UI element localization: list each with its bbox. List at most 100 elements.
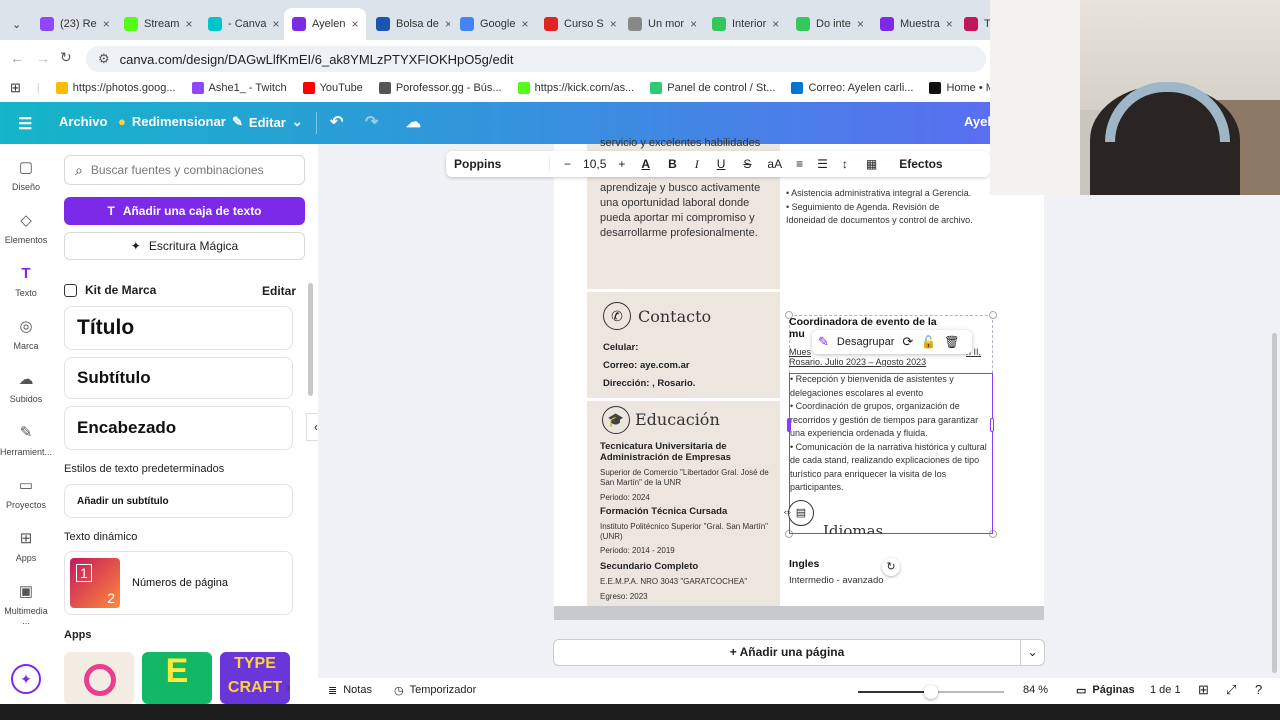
apps-grid-icon[interactable]: ⊞ [10, 80, 21, 96]
lock-icon[interactable]: 🔓 [921, 335, 936, 349]
edu2-period[interactable]: Periodo: 2014 - 2019 [600, 546, 675, 555]
rail-item[interactable]: ▭ Proyectos [0, 476, 52, 510]
rotate-handle-icon[interactable]: ↻ [882, 558, 900, 576]
job-title[interactable]: Coordinadora de evento de la [789, 316, 937, 328]
language-level[interactable]: Intermedio - avanzado [789, 575, 884, 586]
close-icon[interactable]: × [857, 17, 864, 31]
edu1-institution[interactable]: Superior de Comercio "Libertador Gral. J… [600, 468, 772, 488]
side-resize-handle[interactable] [787, 418, 791, 432]
close-icon[interactable]: × [610, 17, 617, 31]
url-field[interactable]: ⚙ canva.com/design/DAGwLlfKmEI/6_ak8YMLz… [86, 46, 986, 72]
side-resize-handle[interactable] [990, 418, 994, 432]
profile-text[interactable]: servicio y excelentes habilidades [600, 136, 775, 151]
close-icon[interactable]: × [103, 17, 110, 31]
apps-scroll-right-icon[interactable]: › [286, 680, 290, 694]
redo-icon[interactable]: ↷ [365, 112, 378, 132]
font-size-input[interactable]: 10,5 [583, 157, 606, 171]
list-icon[interactable]: ☰ [817, 157, 828, 171]
edu3-institution[interactable]: E.E.M.P.A. NRO 3043 "GARATCOCHEA" [600, 577, 747, 586]
heading-style-card[interactable]: Encabezado [64, 406, 293, 450]
undo-icon[interactable]: ↶ [330, 112, 343, 132]
edu3-title[interactable]: Secundario Completo [600, 561, 698, 572]
help-icon[interactable]: ? [1255, 682, 1262, 697]
edu1-period[interactable]: Periodo: 2024 [600, 493, 650, 502]
underline-icon[interactable]: U [717, 157, 726, 171]
bookmark-item[interactable]: Ashe1_ - Twitch [191, 82, 287, 94]
subtitle-style-card[interactable]: Subtítulo [64, 357, 293, 399]
rail-item[interactable]: T Texto [0, 264, 52, 298]
brand-kit-edit-link[interactable]: Editar [262, 284, 296, 298]
rail-item[interactable]: ◇ Elementos [0, 211, 52, 245]
zoom-level[interactable]: 84 % [1023, 684, 1048, 696]
bookmark-item[interactable]: Panel de control / St... [650, 82, 775, 94]
close-icon[interactable]: × [351, 17, 358, 31]
grid-view-icon[interactable]: ⊞ [1198, 682, 1209, 698]
timer-button[interactable]: ◷ Temporizador [394, 684, 476, 697]
tab-list-button[interactable]: ⌄ [4, 8, 28, 40]
browser-tab[interactable]: Ayelen × [284, 8, 366, 40]
chevron-down-icon[interactable]: ⌄ [1020, 640, 1044, 665]
fullscreen-icon[interactable]: ⤢ [1226, 682, 1236, 698]
site-settings-icon[interactable]: ⚙ [98, 51, 110, 67]
cloud-save-icon[interactable]: ☁ [406, 113, 421, 131]
rail-item[interactable]: ✎ Herramient... [0, 423, 52, 457]
archivo-menu[interactable]: Archivo [59, 114, 107, 129]
browser-tab[interactable]: Interior × [704, 8, 786, 40]
spacing-icon[interactable]: ↕ [842, 157, 848, 171]
font-size-decrease-button[interactable]: − [564, 157, 571, 171]
text-color-icon[interactable]: A [641, 157, 650, 171]
edu3-period[interactable]: Egreso: 2023 [600, 592, 648, 601]
panel-scrollbar[interactable] [308, 283, 313, 396]
font-family-select[interactable]: Poppins [454, 157, 550, 171]
contact-heading[interactable]: Contacto [638, 307, 711, 326]
font-search-input[interactable]: ⌕ Buscar fuentes y combinaciones [64, 155, 305, 185]
reload-icon[interactable]: ↻ [60, 49, 72, 66]
rail-item[interactable]: ⊞ Apps [0, 529, 52, 563]
notes-button[interactable]: ≣ Notas [328, 684, 372, 697]
browser-tab[interactable]: Do inte × [788, 8, 870, 40]
job-dates[interactable]: Rosario. Julio 2023 – Agosto 2023 [789, 357, 926, 367]
close-icon[interactable]: × [772, 17, 779, 31]
close-icon[interactable]: × [946, 17, 953, 31]
pages-button[interactable]: ▭ Páginas [1076, 684, 1135, 697]
forward-arrow-icon[interactable]: → [36, 50, 50, 66]
rail-item[interactable]: ▣ Multimedia ... [0, 582, 52, 626]
zoom-slider[interactable] [858, 685, 1004, 699]
edit-mode-button[interactable]: ✎ Editar ⌄ [232, 114, 303, 130]
add-page-button[interactable]: + Añadir una página [554, 640, 1020, 665]
profile-text-body[interactable]: aprendizaje y busco activamente una opor… [600, 181, 775, 241]
edu2-institution[interactable]: Instituto Politécnico Superior "Gral. Sa… [600, 522, 772, 542]
resize-button[interactable]: ● Redimensionar [118, 114, 226, 129]
font-size-increase-button[interactable]: + [618, 157, 625, 171]
browser-tab[interactable]: Muestra × [872, 8, 954, 40]
effects-button[interactable]: Efectos [899, 157, 942, 171]
add-subtitle-card[interactable]: Añadir un subtítulo [64, 484, 293, 518]
letter-case-icon[interactable]: aA [767, 157, 782, 171]
rail-item[interactable]: ◎ Marca [0, 317, 52, 351]
zoom-slider-thumb[interactable] [924, 685, 938, 699]
menu-icon[interactable]: ☰ [18, 114, 32, 134]
ungroup-button[interactable]: Desagrupar [837, 336, 894, 348]
languages-heading[interactable]: Idiomas [823, 522, 883, 534]
job-title-line2[interactable]: mu [789, 328, 805, 340]
bookmark-item[interactable]: https://kick.com/as... [517, 82, 634, 94]
browser-tab[interactable]: Bolsa de × [368, 8, 450, 40]
app-thumbnail-2[interactable]: E [142, 652, 212, 704]
canvas-scrollbar[interactable] [1272, 333, 1277, 673]
browser-tab[interactable]: (23) Re × [32, 8, 114, 40]
close-icon[interactable]: × [185, 17, 192, 31]
rotate-icon[interactable]: ⟳ [902, 334, 913, 350]
browser-tab[interactable]: Stream × [116, 8, 198, 40]
education-heading[interactable]: Educación [635, 410, 720, 429]
rail-item[interactable]: ▢ Diseño [0, 158, 52, 192]
job-bullets-text[interactable]: • Recepción y bienvenida de asistentes y… [790, 373, 992, 495]
close-icon[interactable]: × [521, 17, 528, 31]
language-name[interactable]: Ingles [789, 558, 819, 570]
contact-details[interactable]: Celular: Correo: aye.com.ar Dirección: ,… [603, 339, 695, 393]
job-place[interactable]: Mues [789, 347, 811, 357]
close-icon[interactable]: × [690, 17, 697, 31]
browser-tab[interactable]: Curso S × [536, 8, 618, 40]
resize-handle[interactable] [989, 311, 997, 319]
bookmark-item[interactable]: https://photos.goog... [55, 82, 176, 94]
bookmark-item[interactable]: YouTube [302, 82, 363, 94]
